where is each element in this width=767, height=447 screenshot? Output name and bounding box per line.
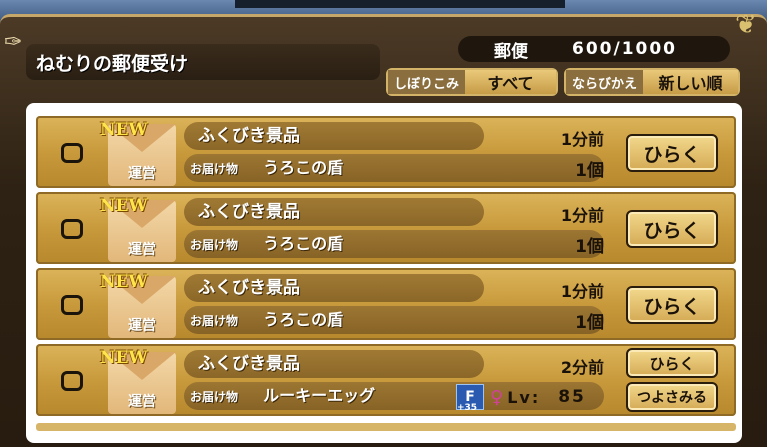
mail-row[interactable]: 運営 NEW ふくびき景品 お届け物 ルーキーエッグ 2分前 F +35 ♀ L… [36,344,736,416]
time-ago: 1分前 [560,206,604,225]
delivery-label: お届け物 [190,390,239,404]
mail-count: 郵便 600/1000 [458,36,730,62]
sender-label: 運営 [128,166,156,182]
open-button[interactable]: ひらく [626,210,718,248]
sender-label: 運営 [128,318,156,334]
female-icon: ♀ [490,386,504,408]
mail-count-value: 600/1000 [572,39,678,59]
open-button[interactable]: ひらく [626,286,718,324]
delivery-info: お届け物 うろこの盾 [184,230,604,258]
page-title: ねむりの郵便受け [26,44,380,80]
mail-title: ふくびき景品 [184,350,484,378]
delivery-label: お届け物 [190,238,239,252]
level-label: Lv: [507,387,541,407]
delivery-label: お届け物 [190,162,239,176]
mail-title: ふくびき景品 [184,122,484,150]
select-checkbox[interactable] [61,371,83,391]
item-name: ルーキーエッグ [263,386,376,405]
item-name: うろこの盾 [263,234,344,253]
monster-level: F +35 ♀ Lv: 85 [456,382,586,413]
mail-row[interactable]: 運営 NEW ふくびき景品 お届け物 うろこの盾 1分前 1個 ひらく [36,192,736,264]
new-badge: NEW [100,348,148,368]
mail-row[interactable]: 運営 NEW ふくびき景品 お届け物 うろこの盾 1分前 1個 ひらく [36,268,736,340]
mail-row[interactable]: 運営 NEW ふくびき景品 お届け物 うろこの盾 1分前 1個 ひらく [36,116,736,188]
delivery-info: お届け物 うろこの盾 [184,306,604,334]
sender-label: 運営 [128,394,156,410]
item-quantity: 1個 [575,161,604,181]
item-quantity: 1個 [575,237,604,257]
new-badge: NEW [100,272,148,292]
mail-count-label: 郵便 [494,41,528,62]
item-name: うろこの盾 [263,310,344,329]
new-badge: NEW [100,196,148,216]
rank-icon: F +35 [456,384,484,413]
select-checkbox[interactable] [61,219,83,239]
filter-dropdown[interactable]: しぼりこみ すべて [386,68,558,96]
item-quantity: 1個 [575,313,604,333]
delivery-label: お届け物 [190,314,239,328]
item-name: うろこの盾 [263,158,344,177]
open-button[interactable]: ひらく [626,348,718,378]
sender-label: 運営 [128,242,156,258]
filter-label: しぼりこみ [388,70,466,94]
rank-bonus: +35 [457,403,478,413]
select-checkbox[interactable] [61,295,83,315]
sort-value: 新しい順 [643,70,738,94]
new-badge: NEW [100,120,148,140]
next-row-partial [36,423,736,431]
open-button[interactable]: ひらく [626,134,718,172]
strength-view-button[interactable]: つよさみる [626,382,718,412]
time-ago: 1分前 [560,282,604,301]
sort-dropdown[interactable]: ならびかえ 新しい順 [564,68,740,96]
select-checkbox[interactable] [61,143,83,163]
level-value: 85 [558,387,586,407]
mail-title: ふくびき景品 [184,198,484,226]
ornament-icon: ✑ [4,30,23,55]
time-ago: 1分前 [560,130,604,149]
mail-title: ふくびき景品 [184,274,484,302]
delivery-info: お届け物 うろこの盾 [184,154,604,182]
filter-value: すべて [465,70,556,94]
corner-ornament-icon: ❦ [735,10,757,40]
sort-label: ならびかえ [566,70,644,94]
time-ago: 2分前 [560,358,604,377]
